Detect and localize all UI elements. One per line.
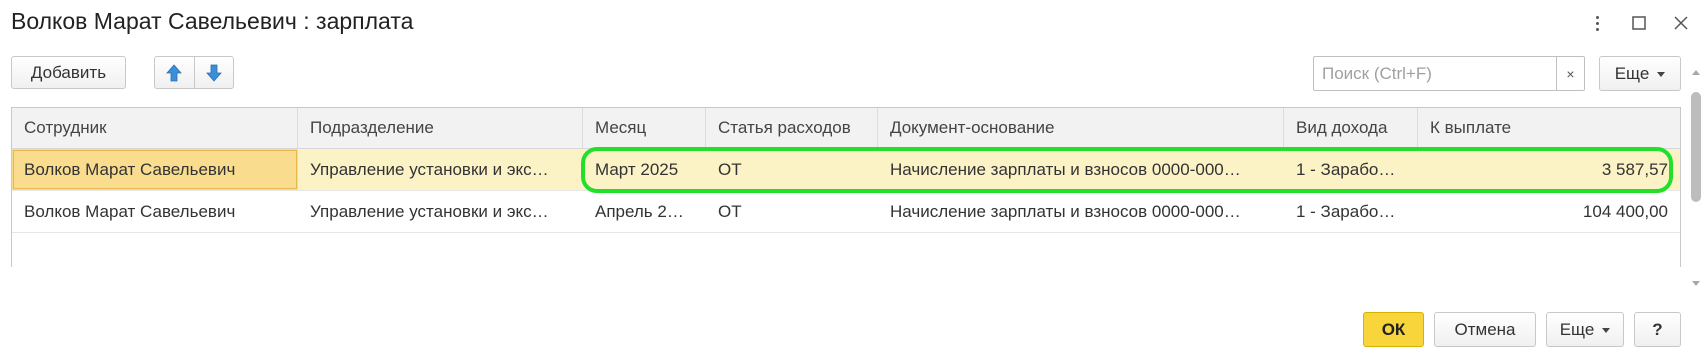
arrow-down-icon (205, 64, 222, 82)
column-header[interactable]: Статья расходов (706, 108, 878, 148)
table-cell[interactable]: Март 2025 (583, 149, 706, 190)
window-controls (1586, 10, 1692, 36)
more-vertical-icon[interactable] (1586, 10, 1608, 36)
table-cell[interactable]: ОТ (706, 191, 878, 232)
table-cell[interactable]: Управление установки и экс… (298, 191, 583, 232)
close-icon[interactable] (1670, 10, 1692, 36)
move-up-button[interactable] (155, 57, 194, 88)
table-cell[interactable]: Начисление зарплаты и взносов 0000-000… (878, 149, 1284, 190)
more-button[interactable]: Еще (1599, 56, 1681, 91)
cancel-button[interactable]: Отмена (1434, 312, 1536, 347)
table-cell[interactable]: Волков Марат Савельевич (12, 149, 298, 190)
table-header: Сотрудник Подразделение Месяц Статья рас… (12, 108, 1680, 149)
chevron-down-icon (1657, 72, 1666, 77)
table-cell[interactable]: 3 587,57 (1418, 149, 1680, 190)
scroll-thumb[interactable] (1691, 92, 1701, 202)
column-header[interactable]: К выплате (1418, 108, 1680, 148)
table-cell[interactable]: Апрель 2… (583, 191, 706, 232)
column-header[interactable]: Сотрудник (12, 108, 298, 148)
chevron-down-icon (1602, 328, 1611, 333)
search-input[interactable] (1314, 57, 1556, 90)
footer-more-label: Еще (1559, 319, 1595, 339)
move-buttons (154, 56, 234, 89)
salary-table: Сотрудник Подразделение Месяц Статья рас… (11, 107, 1681, 267)
maximize-icon[interactable] (1628, 10, 1650, 36)
vertical-scrollbar[interactable] (1689, 66, 1703, 290)
table-row[interactable]: Волков Марат Савельевич Управление устан… (12, 149, 1680, 191)
column-header[interactable]: Документ-основание (878, 108, 1284, 148)
scroll-down-icon[interactable] (1692, 281, 1700, 286)
column-header[interactable]: Вид дохода (1284, 108, 1418, 148)
more-button-label: Еще (1614, 63, 1650, 83)
ok-button[interactable]: ОК (1363, 312, 1424, 347)
footer-more-button[interactable]: Еще (1546, 312, 1624, 347)
table-cell[interactable]: Волков Марат Савельевич (12, 191, 298, 232)
move-down-button[interactable] (193, 57, 234, 88)
table-row[interactable]: Волков Марат Савельевич Управление устан… (12, 191, 1680, 233)
table-cell[interactable]: Начисление зарплаты и взносов 0000-000… (878, 191, 1284, 232)
table-cell[interactable]: ОТ (706, 149, 878, 190)
window-title: Волков Марат Савельевич : зарплата (11, 8, 414, 34)
table-cell[interactable]: 1 - Зарабо… (1284, 149, 1418, 190)
help-button[interactable]: ? (1634, 312, 1681, 347)
table-cell[interactable]: 104 400,00 (1418, 191, 1680, 232)
table-cell[interactable]: Управление установки и экс… (298, 149, 583, 190)
scroll-up-icon[interactable] (1692, 70, 1700, 75)
arrow-up-icon (166, 63, 183, 81)
table-cell[interactable]: 1 - Зарабо… (1284, 191, 1418, 232)
search-clear-button[interactable]: × (1556, 57, 1584, 90)
column-header[interactable]: Месяц (583, 108, 706, 148)
search-box: × (1313, 56, 1585, 91)
add-button[interactable]: Добавить (11, 56, 126, 89)
column-header[interactable]: Подразделение (298, 108, 583, 148)
dialog-window: Волков Марат Савельевич : зарплата Добав… (0, 0, 1706, 361)
